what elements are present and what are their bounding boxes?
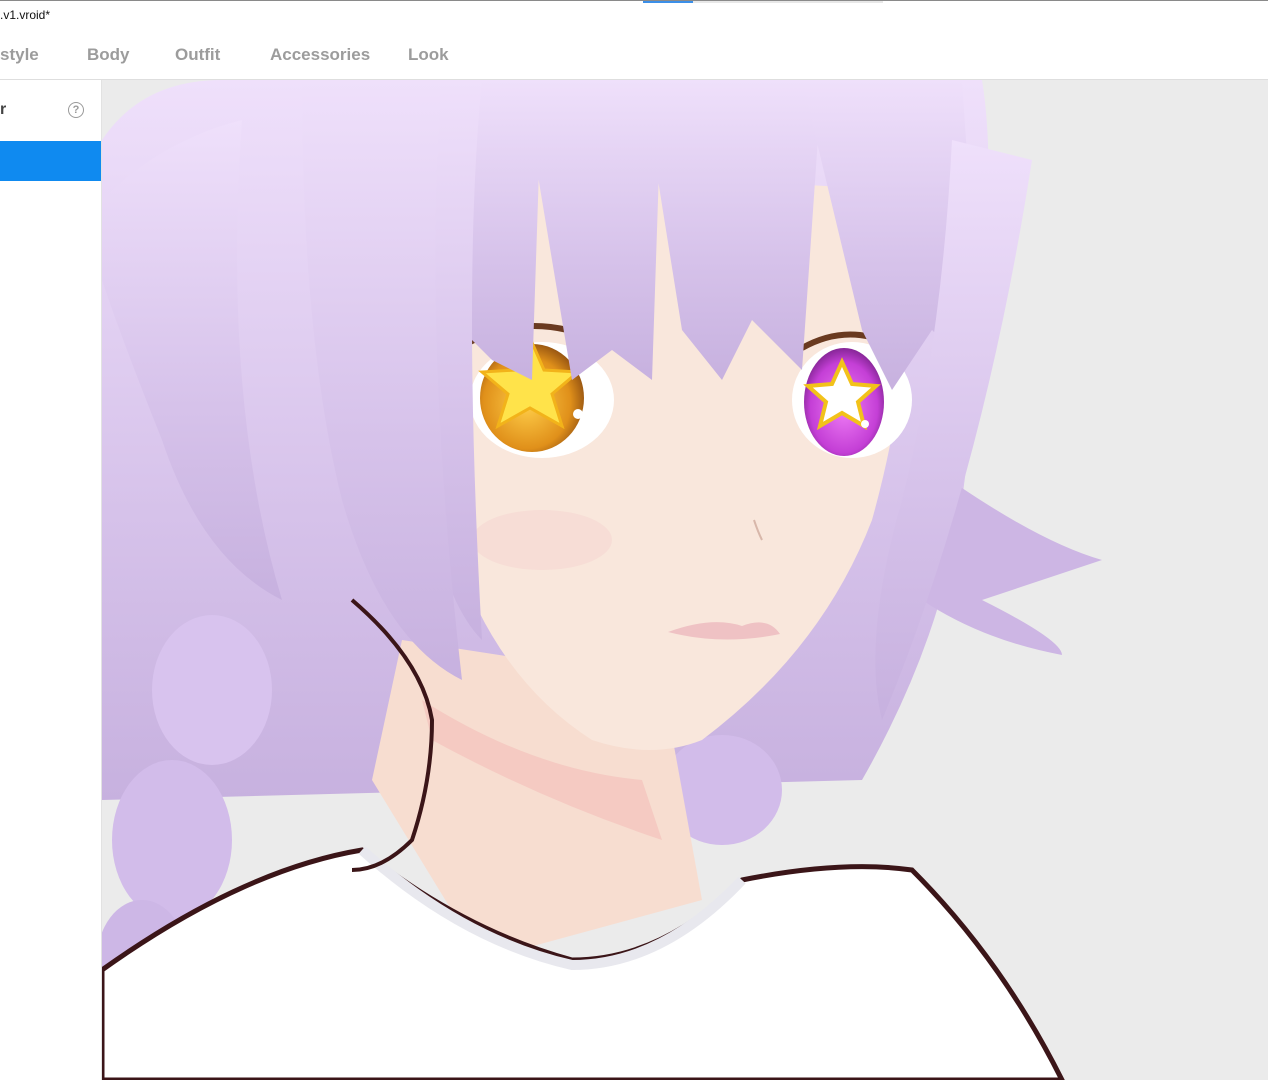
blush-left (472, 510, 612, 570)
tab-bar: style Body Outfit Accessories Look (0, 28, 1268, 80)
sidebar-selected-item[interactable] (0, 141, 101, 181)
sidebar: r ? (0, 80, 102, 1080)
tab-outfit[interactable]: Outfit (175, 45, 220, 65)
character-render (102, 80, 1102, 1080)
titlebar-accent (643, 1, 693, 3)
titlebar-accent-light (693, 1, 883, 3)
tab-body[interactable]: Body (87, 45, 130, 65)
help-icon[interactable]: ? (68, 102, 84, 118)
3d-viewport[interactable] (102, 80, 1268, 1080)
window-title: .v1.vroid* (0, 8, 51, 22)
title-bar: .v1.vroid* (0, 0, 1268, 29)
tab-look[interactable]: Look (408, 45, 449, 65)
tab-accessories[interactable]: Accessories (270, 45, 370, 65)
tab-hairstyle[interactable]: style (0, 45, 39, 65)
sidebar-header: r (0, 101, 7, 118)
